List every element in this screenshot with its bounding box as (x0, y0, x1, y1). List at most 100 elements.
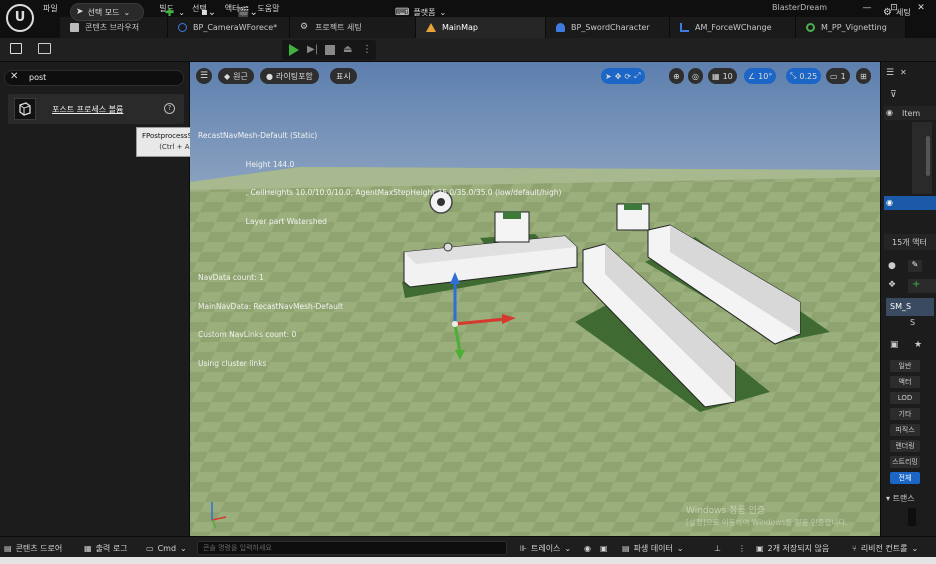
blueprint-menu-button[interactable]: ▪⌄ (196, 3, 221, 21)
scrollbar[interactable] (926, 136, 930, 176)
os-taskbar (0, 557, 936, 564)
help-icon[interactable]: ? (164, 103, 175, 114)
edit-icon[interactable]: ✎ (908, 260, 922, 272)
lighting-button[interactable]: ● 라이팅포함 (260, 68, 319, 84)
globe-icon: ⊕ (673, 71, 680, 81)
status-menu-icon[interactable]: ⋮ (738, 540, 746, 556)
details-grid-icon[interactable]: ▣ (890, 340, 899, 350)
category-streaming[interactable]: 스트리밍 (890, 456, 920, 468)
blueprint-menu-icon: ▪⌄ (201, 6, 217, 18)
camera-speed-button[interactable]: ▭ 1 (826, 68, 850, 84)
eject-icon[interactable]: ⏏ (343, 44, 355, 56)
surface-snap-icon: ◎ (692, 71, 699, 81)
cmd-dropdown[interactable]: ▭ Cmd ⌄ (146, 540, 187, 556)
select-icon: ➤ (605, 71, 612, 81)
outliner-column-item: Item (902, 109, 921, 118)
unsaved-icon: ▣ (756, 543, 764, 553)
block-2 (616, 203, 650, 231)
scale-snap-button[interactable]: ⤡ 0.25 (786, 68, 822, 84)
clear-search-icon[interactable]: ✕ (10, 71, 18, 82)
scale-icon: ⤢ (634, 71, 641, 80)
revision-control-button[interactable]: ⑂ 리비전 컨트롤 ⌄ (852, 540, 918, 556)
step-icon[interactable]: ▶| (307, 44, 318, 56)
category-misc[interactable]: 기타 (890, 408, 920, 420)
main-toolbar (0, 38, 936, 62)
world-local-toggle[interactable]: ⊕ (669, 68, 684, 84)
outliner-close-icon[interactable]: ✕ (900, 68, 907, 77)
sphere-icon: ● (266, 71, 273, 81)
folder-icon (70, 23, 79, 32)
cinematics-button[interactable]: 🎬⌄ (232, 3, 263, 21)
platforms-icon: ⌨ (395, 6, 410, 18)
trace-button[interactable]: ⊪ 트레이스 ⌄ (520, 540, 571, 556)
chevron-down-icon: ⌄ (123, 7, 131, 17)
cursor-icon: ➤ (76, 7, 84, 17)
camera-icon: ▭ (830, 71, 838, 81)
category-physics[interactable]: 피직스 (890, 424, 920, 436)
rotate-icon: ⟳ (624, 71, 632, 81)
record-button[interactable]: ◉ (584, 540, 591, 556)
subcomponent-label: S (910, 318, 916, 327)
console-input[interactable]: 콘솔 명령을 입력하세요 (197, 541, 507, 555)
trace-icon: ⊪ (520, 543, 527, 553)
play-icon[interactable] (289, 44, 299, 56)
transform-field[interactable] (908, 508, 916, 526)
filter-icon[interactable]: ⊽ (890, 90, 897, 100)
category-actor[interactable]: 액터 (890, 376, 920, 388)
category-rendering[interactable]: 렌더링 (890, 440, 920, 452)
character-icon (556, 23, 565, 32)
minimize-button[interactable]: — (854, 1, 880, 15)
level-viewport[interactable]: ☰ ◆ 원근 ● 라이팅포함 표시 ➤ ✥ ⟳ ⤢ ⊕ ◎ ▦ 10 ∠ 10° ⤡ 0.… (190, 62, 880, 536)
grid-snap-button[interactable]: ▦ 10 (708, 68, 737, 84)
menu-file[interactable]: 파일 (34, 2, 67, 16)
unsaved-button[interactable]: ▣ 2개 저장되지 않음 (756, 540, 829, 556)
branch-icon: ⑂ (852, 543, 857, 553)
show-button[interactable]: 표시 (330, 68, 357, 84)
category-all[interactable]: 전체 (890, 472, 920, 484)
gear-icon: ⚙ (300, 22, 309, 32)
transform-tools[interactable]: ➤ ✥ ⟳ ⤢ (601, 68, 645, 84)
add-actor-button[interactable]: ✚ ⌄ (160, 3, 190, 21)
derived-data-button[interactable]: ▤ 파생 데이터 ⌄ (622, 540, 684, 556)
eye-icon[interactable]: ◉ (886, 198, 893, 207)
database-icon: ▤ (622, 543, 630, 553)
tab-am-force[interactable]: AM_ForceWChange (670, 17, 796, 38)
perspective-button[interactable]: ◆ 원근 (218, 68, 254, 84)
terminal-icon: ▭ (146, 543, 154, 553)
save-icon[interactable] (10, 43, 22, 54)
unreal-logo-icon[interactable]: U (6, 4, 34, 32)
project-name: BlasterDream (772, 3, 828, 12)
source-control-icon[interactable]: ⊥ (714, 540, 721, 556)
record-icon: ◉ (584, 543, 591, 553)
output-log-button[interactable]: ▦ 출력 로그 (84, 540, 128, 556)
category-general[interactable]: 일반 (890, 360, 920, 372)
stop-icon[interactable] (325, 45, 335, 55)
angle-icon: ∠ (748, 71, 756, 81)
blueprint-icon (178, 23, 187, 32)
grid-icon: ▦ (712, 71, 720, 81)
screenshot-button[interactable]: ▣ (600, 540, 608, 556)
transform-section[interactable]: ▾ 트랜스 (886, 493, 915, 504)
clapper-icon: 🎬⌄ (237, 6, 258, 18)
content-drawer-button[interactable]: ▤ 콘텐츠 드로어 (4, 540, 62, 556)
outliner-icon[interactable]: ☰ (886, 68, 894, 78)
play-options-icon[interactable]: ⋮ (362, 44, 372, 55)
category-lod[interactable]: LOD (890, 392, 920, 404)
move-icon: ✥ (614, 71, 622, 81)
settings-button[interactable]: ⚙ 세팅 (878, 3, 916, 21)
component-icon: ❖ (888, 280, 897, 290)
selection-mode-dropdown[interactable]: ➤ 선택 모드 ⌄ (70, 3, 144, 21)
star-icon[interactable]: ★ (914, 340, 922, 350)
axis-indicator (211, 502, 227, 529)
add-component-button[interactable]: + (908, 279, 936, 293)
tab-bp-sword-character[interactable]: BP_SwordCharacter (546, 17, 670, 38)
surface-snap-toggle[interactable]: ◎ (688, 68, 703, 84)
eye-icon[interactable]: ◉ (886, 108, 893, 117)
rotation-snap-button[interactable]: ∠ 10° (744, 68, 777, 84)
content-browser-icon[interactable] (38, 43, 51, 54)
platforms-button[interactable]: ⌨ 플랫폼 ⌄ (390, 3, 451, 21)
maximize-viewport-button[interactable]: ⊞ (856, 68, 871, 84)
viewport-menu-icon[interactable]: ☰ (196, 68, 212, 84)
search-value: post (29, 73, 47, 82)
list-item-label: 포스트 프로세스 볼륨 (52, 105, 124, 114)
